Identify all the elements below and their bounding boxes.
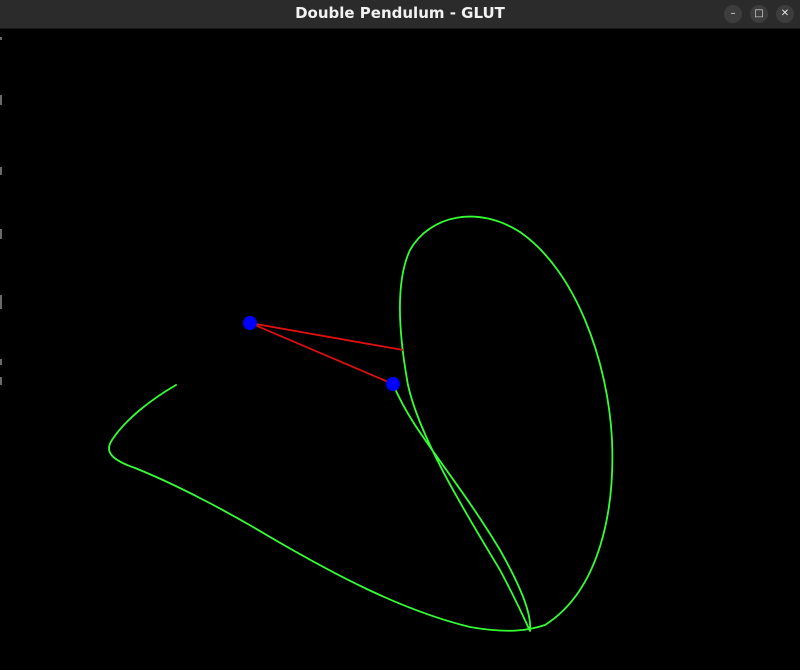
title-bar[interactable]: Double Pendulum - GLUT – □ ✕ (0, 0, 800, 29)
first-bob (243, 316, 257, 330)
upper-rod (249, 322, 404, 351)
edge-mark (0, 167, 2, 175)
edge-mark (0, 37, 2, 40)
pendulum-trail (108, 215, 614, 632)
edge-mark (0, 95, 2, 105)
edge-mark (0, 295, 2, 309)
edge-mark (0, 359, 2, 365)
lower-rod (249, 322, 394, 385)
pendulum-scene (108, 215, 614, 632)
maximize-button[interactable]: □ (750, 5, 768, 23)
left-edge-artifacts (0, 29, 3, 449)
maximize-icon: □ (754, 8, 764, 19)
second-bob (386, 377, 400, 391)
window-title: Double Pendulum - GLUT (295, 4, 505, 22)
app-window: Double Pendulum - GLUT – □ ✕ (0, 0, 800, 670)
minimize-button[interactable]: – (724, 5, 742, 23)
simulation-canvas[interactable] (0, 29, 800, 670)
window-controls: – □ ✕ (724, 5, 794, 23)
edge-mark (0, 377, 2, 385)
close-button[interactable]: ✕ (776, 5, 794, 23)
close-icon: ✕ (780, 8, 790, 19)
minimize-icon: – (730, 8, 736, 19)
edge-mark (0, 229, 2, 239)
